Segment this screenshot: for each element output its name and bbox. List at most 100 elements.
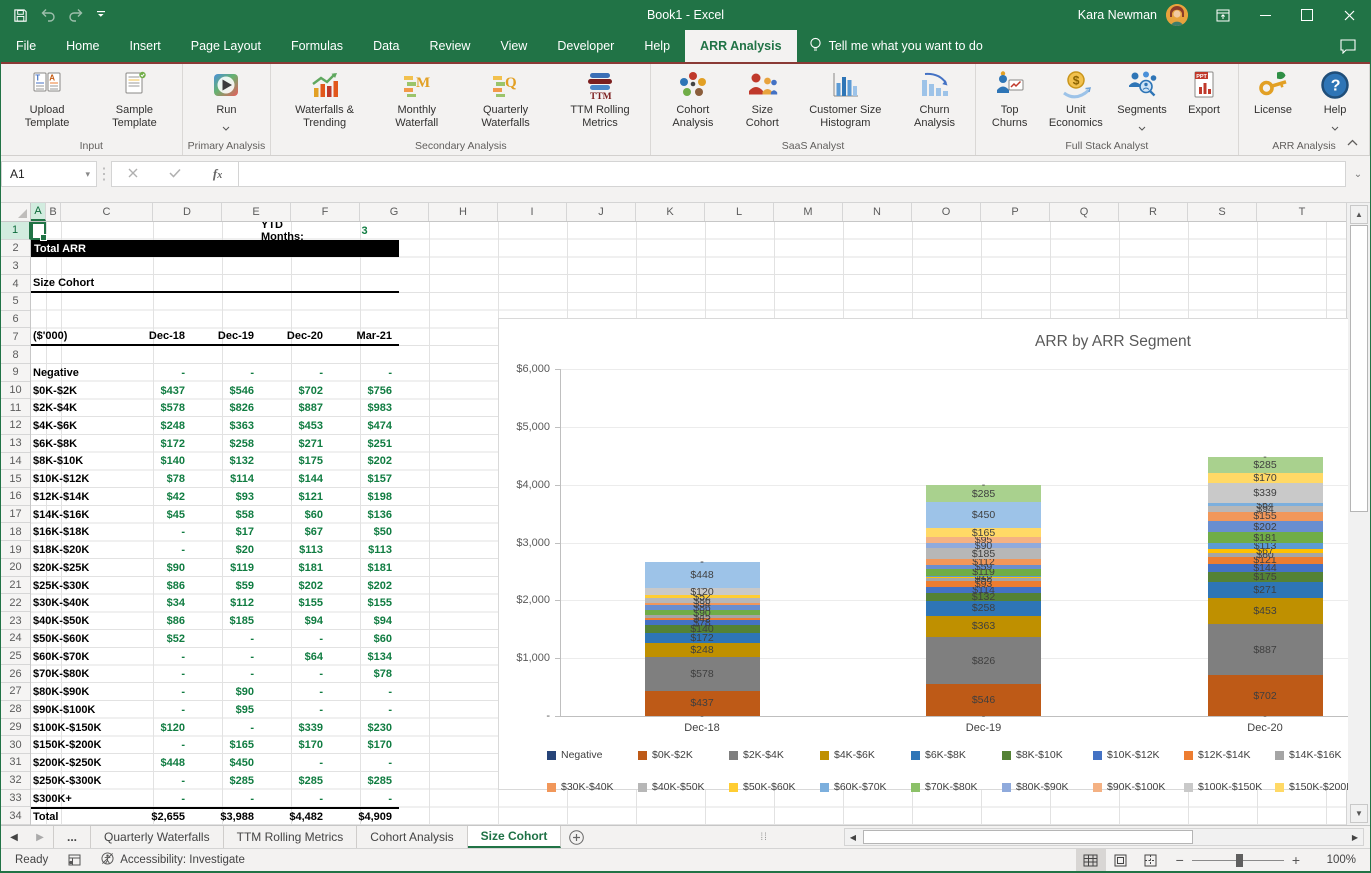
column-header-p[interactable]: P xyxy=(981,203,1050,221)
row-header-24[interactable]: 24 xyxy=(1,630,30,648)
row-header-14[interactable]: 14 xyxy=(1,453,30,471)
horizontal-scrollbar[interactable]: ◀ ▶ xyxy=(844,828,1364,846)
zoom-slider[interactable]: − + xyxy=(1176,852,1300,868)
sheet-tab-overflow[interactable]: ... xyxy=(53,826,91,848)
arr-chart[interactable]: ARR by ARR Segment $6,000$5,000$4,000$3,… xyxy=(498,318,1348,790)
top-churns-button[interactable]: Top Churns xyxy=(979,65,1041,130)
minimize-button[interactable] xyxy=(1244,0,1286,30)
row-header-32[interactable]: 32 xyxy=(1,772,30,790)
selected-cell-a1[interactable] xyxy=(31,222,46,240)
tab-page-layout[interactable]: Page Layout xyxy=(176,30,276,62)
maximize-button[interactable] xyxy=(1286,0,1328,30)
close-button[interactable] xyxy=(1328,0,1370,30)
row-header-28[interactable]: 28 xyxy=(1,701,30,719)
column-header-r[interactable]: R xyxy=(1119,203,1188,221)
column-header-a[interactable]: A xyxy=(31,203,46,221)
undo-icon[interactable] xyxy=(40,8,56,22)
column-header-h[interactable]: H xyxy=(429,203,498,221)
cancel-icon[interactable] xyxy=(128,165,138,183)
column-header-f[interactable]: F xyxy=(291,203,360,221)
sheet-nav-right-icon[interactable]: ▶ xyxy=(27,826,53,848)
cohort-analysis-button[interactable]: Cohort Analysis xyxy=(654,65,731,130)
column-header-e[interactable]: E xyxy=(222,203,291,221)
save-icon[interactable] xyxy=(13,8,28,23)
tab-file[interactable]: File xyxy=(1,30,51,62)
zoom-out-icon[interactable]: − xyxy=(1176,852,1184,868)
tab-formulas[interactable]: Formulas xyxy=(276,30,358,62)
row-header-15[interactable]: 15 xyxy=(1,470,30,488)
insert-function-icon[interactable]: fx xyxy=(213,166,222,182)
row-header-26[interactable]: 26 xyxy=(1,665,30,683)
row-header-1[interactable]: 1 xyxy=(1,222,31,240)
row-header-21[interactable]: 21 xyxy=(1,577,30,595)
name-box[interactable]: A1 ▾ xyxy=(1,161,97,187)
row-header-9[interactable]: 9 xyxy=(1,364,30,382)
upload-template-button[interactable]: TAUpload Template xyxy=(4,65,90,130)
row-header-19[interactable]: 19 xyxy=(1,541,30,559)
segments-button[interactable]: Segments xyxy=(1111,65,1173,136)
row-header-20[interactable]: 20 xyxy=(1,559,30,577)
zoom-in-icon[interactable]: + xyxy=(1292,852,1300,868)
column-header-s[interactable]: S xyxy=(1188,203,1257,221)
redo-icon[interactable] xyxy=(68,8,84,22)
row-header-23[interactable]: 23 xyxy=(1,612,30,630)
tab-help[interactable]: Help xyxy=(629,30,685,62)
page-break-view-icon[interactable] xyxy=(1136,849,1166,871)
sheet-tab-quarterly-waterfalls[interactable]: Quarterly Waterfalls xyxy=(91,826,224,848)
row-header-25[interactable]: 25 xyxy=(1,648,30,666)
license-button[interactable]: License xyxy=(1242,65,1304,117)
row-header-34[interactable]: 34 xyxy=(1,807,30,825)
sample-template-button[interactable]: Sample Template xyxy=(90,65,178,130)
select-all-corner[interactable] xyxy=(1,203,31,221)
tab-arr-analysis[interactable]: ARR Analysis xyxy=(685,30,797,62)
row-header-12[interactable]: 12 xyxy=(1,417,30,435)
sheet-nav-left-icon[interactable]: ◀ xyxy=(1,826,27,848)
run-button[interactable]: Run xyxy=(195,65,257,136)
row-header-5[interactable]: 5 xyxy=(1,293,30,311)
customer-size-histogram-button[interactable]: Customer Size Histogram xyxy=(793,65,897,130)
tab-scrollbar-splitter[interactable]: ⁞⁞ xyxy=(756,826,772,848)
column-header-k[interactable]: K xyxy=(636,203,705,221)
expand-formula-bar-icon[interactable]: ⌄ xyxy=(1346,161,1370,187)
row-header-33[interactable]: 33 xyxy=(1,790,30,808)
row-header-27[interactable]: 27 xyxy=(1,683,30,701)
column-header-t[interactable]: T xyxy=(1257,203,1348,221)
scroll-up-icon[interactable]: ▲ xyxy=(1350,205,1368,224)
row-header-11[interactable]: 11 xyxy=(1,399,30,417)
avatar[interactable] xyxy=(1166,4,1188,26)
customize-qat-icon[interactable] xyxy=(96,10,106,20)
column-header-n[interactable]: N xyxy=(843,203,912,221)
formula-bar-splitter[interactable]: ⋮ xyxy=(97,161,111,187)
page-layout-view-icon[interactable] xyxy=(1106,849,1136,871)
enter-icon[interactable] xyxy=(169,165,181,183)
row-header-13[interactable]: 13 xyxy=(1,435,30,453)
zoom-thumb[interactable] xyxy=(1236,854,1243,867)
collapse-ribbon-icon[interactable] xyxy=(1347,133,1358,151)
tell-me-box[interactable]: Tell me what you want to do xyxy=(797,30,995,62)
scroll-down-icon[interactable]: ▼ xyxy=(1350,804,1368,823)
sheet-tab-ttm-rolling-metrics[interactable]: TTM Rolling Metrics xyxy=(224,826,358,848)
tab-home[interactable]: Home xyxy=(51,30,114,62)
column-header-l[interactable]: L xyxy=(705,203,774,221)
normal-view-icon[interactable] xyxy=(1076,849,1106,871)
macro-record-icon[interactable] xyxy=(58,854,91,866)
ribbon-display-options-icon[interactable] xyxy=(1202,0,1244,30)
export-button[interactable]: PPTExport xyxy=(1173,65,1235,117)
row-header-22[interactable]: 22 xyxy=(1,594,30,612)
tab-data[interactable]: Data xyxy=(358,30,414,62)
column-header-d[interactable]: D xyxy=(153,203,222,221)
sheet-tab-cohort-analysis[interactable]: Cohort Analysis xyxy=(357,826,467,848)
comment-icon[interactable] xyxy=(1340,30,1370,62)
waterfalls-trending-button[interactable]: Waterfalls & Trending xyxy=(274,65,375,130)
fill-handle[interactable] xyxy=(40,234,47,241)
unit-economics-button[interactable]: $Unit Economics xyxy=(1041,65,1111,130)
vertical-scrollbar[interactable]: ▲ ▼ xyxy=(1346,203,1370,825)
row-header-10[interactable]: 10 xyxy=(1,382,30,400)
scroll-right-icon[interactable]: ▶ xyxy=(1347,829,1363,845)
row-header-31[interactable]: 31 xyxy=(1,754,30,772)
row-header-6[interactable]: 6 xyxy=(1,311,30,329)
column-header-i[interactable]: I xyxy=(498,203,567,221)
column-header-c[interactable]: C xyxy=(61,203,153,221)
zoom-percentage[interactable]: 100% xyxy=(1310,854,1370,866)
row-header-4[interactable]: 4 xyxy=(1,275,30,293)
